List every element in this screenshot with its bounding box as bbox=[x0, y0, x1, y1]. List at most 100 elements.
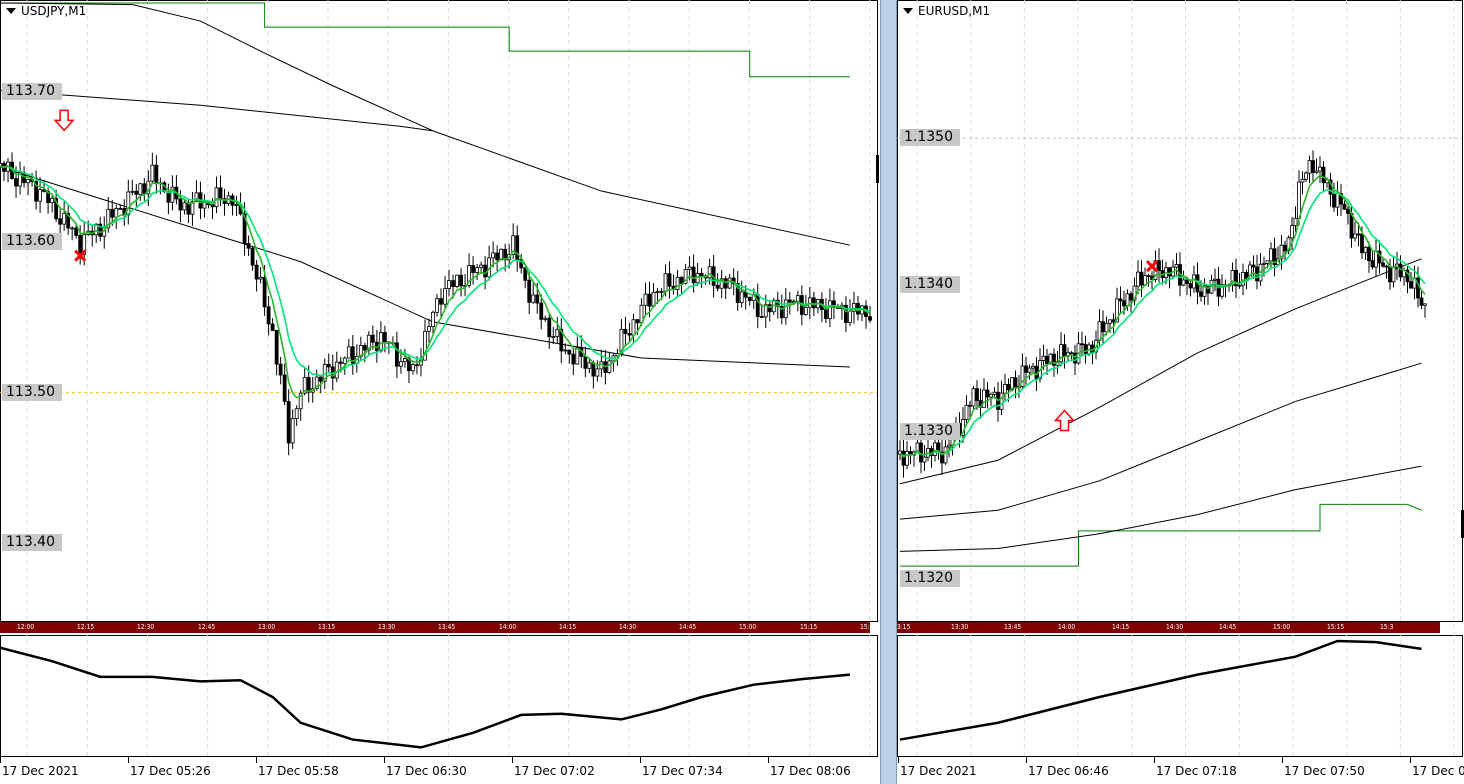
candle-body bbox=[971, 388, 976, 407]
candle-body bbox=[567, 349, 572, 355]
candle-body bbox=[338, 361, 343, 364]
candle-body bbox=[182, 202, 187, 211]
window-splitter[interactable] bbox=[880, 0, 897, 784]
price-label: 113.60 bbox=[2, 233, 62, 251]
candle-body bbox=[659, 290, 664, 293]
candle-body bbox=[1006, 384, 1011, 391]
sell-arrow-icon bbox=[53, 109, 75, 132]
candle-body bbox=[1080, 343, 1084, 346]
strip-time-label: 15:00 bbox=[739, 623, 757, 631]
candle-body bbox=[26, 179, 30, 184]
time-strip: 3:15 13:30 13:45 14:00 14:15 14:30 14:45 15:00 1… bbox=[897, 622, 1440, 633]
candle-body bbox=[1335, 193, 1340, 208]
candle-body bbox=[1423, 303, 1427, 306]
candle-body bbox=[306, 377, 311, 393]
strip-time-label: 13:45 bbox=[438, 623, 456, 631]
candle-body bbox=[1314, 170, 1319, 173]
chart-title: EURUSD,M1 bbox=[903, 4, 990, 18]
main-chart-frame bbox=[897, 0, 1463, 622]
candle-body bbox=[447, 280, 451, 289]
candle-body bbox=[535, 294, 540, 304]
candle-body bbox=[1356, 233, 1361, 236]
strip-time-label: 15:00 bbox=[1272, 623, 1291, 631]
indicator-window-frame bbox=[0, 635, 878, 757]
candle-body bbox=[1101, 321, 1105, 333]
candle-body bbox=[1283, 244, 1287, 252]
candle-body bbox=[571, 353, 576, 365]
usdjpy-chart-canvas[interactable] bbox=[0, 0, 879, 784]
strip-time-label: 12:15 bbox=[77, 623, 95, 631]
time-strip: 12:00 12:15 12:30 12:45 13:00 13:15 13:30 13:45… bbox=[0, 622, 874, 633]
candle-body bbox=[747, 296, 752, 302]
candle-body bbox=[795, 295, 800, 302]
candle-body bbox=[807, 297, 812, 308]
eurusd-chart-window[interactable]: EURUSD,M1 1.1350 1.1340 1.1330 1.1320 3:15 13… bbox=[897, 0, 1464, 784]
candle-body bbox=[455, 274, 459, 288]
candle-body bbox=[278, 363, 283, 376]
strip-time-label: 14:30 bbox=[619, 623, 637, 631]
candle-body bbox=[1237, 284, 1242, 287]
candle-body bbox=[58, 218, 63, 225]
candle-body bbox=[475, 267, 479, 273]
candle-body bbox=[1304, 172, 1308, 180]
candle-body bbox=[1318, 166, 1322, 172]
candle-body bbox=[1381, 262, 1385, 267]
candle-body bbox=[214, 187, 219, 208]
eurusd-chart-canvas[interactable] bbox=[897, 0, 1464, 784]
candle-body bbox=[555, 328, 560, 337]
time-tick bbox=[1026, 757, 1027, 763]
strip-time-label: 15:3 bbox=[859, 623, 874, 631]
candle-body bbox=[74, 227, 79, 236]
candle-body bbox=[992, 391, 997, 395]
time-axis-label: 17 Dec 2021 bbox=[900, 764, 977, 778]
candle-body bbox=[1388, 266, 1392, 283]
time-tick bbox=[1410, 757, 1411, 763]
candle-body bbox=[38, 189, 42, 202]
candle-body bbox=[1391, 267, 1396, 283]
candle-body bbox=[1363, 246, 1368, 254]
indicator-window-frame bbox=[897, 635, 1463, 757]
candle-body bbox=[922, 456, 927, 463]
candle-body bbox=[246, 243, 251, 249]
candle-body bbox=[294, 408, 299, 419]
candle-body bbox=[1360, 233, 1364, 254]
candle-body bbox=[1342, 203, 1347, 210]
candle-body bbox=[707, 266, 712, 279]
candle-body bbox=[459, 274, 463, 287]
candle-body bbox=[575, 347, 580, 365]
candle-body bbox=[1108, 319, 1112, 324]
candle-body bbox=[803, 306, 808, 315]
candle-body bbox=[1300, 178, 1305, 183]
candle-body bbox=[663, 273, 668, 292]
candle-body bbox=[1122, 300, 1126, 307]
moving-average-line bbox=[899, 362, 1422, 520]
candle-body bbox=[563, 349, 568, 352]
candle-body bbox=[1167, 267, 1172, 277]
candle-body bbox=[150, 164, 155, 182]
candle-body bbox=[787, 299, 792, 303]
candle-body bbox=[403, 358, 407, 363]
price-label: 113.70 bbox=[2, 82, 62, 100]
price-label: 1.1330 bbox=[900, 423, 960, 441]
candle-body bbox=[427, 326, 431, 332]
candle-body bbox=[828, 300, 832, 319]
usdjpy-chart-window[interactable]: USDJPY,M1 113.70 113.60 113.50 113.40 12:00 1… bbox=[0, 0, 879, 784]
time-tick bbox=[640, 757, 641, 763]
candle-body bbox=[635, 319, 640, 324]
chart-shift-marker bbox=[876, 155, 879, 183]
candle-body bbox=[178, 198, 183, 211]
candle-body bbox=[1332, 193, 1336, 208]
candle-body bbox=[901, 450, 906, 466]
time-axis-label: 17 Dec 07:18 bbox=[1156, 764, 1237, 778]
candle-body bbox=[1419, 297, 1424, 306]
candle-body bbox=[1146, 275, 1151, 277]
price-label: 1.1320 bbox=[900, 570, 960, 588]
candle-body bbox=[395, 342, 399, 367]
dropdown-triangle-icon[interactable] bbox=[6, 8, 16, 14]
candle-body bbox=[739, 291, 744, 303]
dropdown-triangle-icon[interactable] bbox=[903, 8, 913, 14]
candle-body bbox=[964, 404, 969, 420]
candle-body bbox=[286, 401, 291, 444]
symbol-label: EURUSD,M1 bbox=[918, 4, 991, 18]
strip-time-label: 14:30 bbox=[1165, 623, 1183, 631]
